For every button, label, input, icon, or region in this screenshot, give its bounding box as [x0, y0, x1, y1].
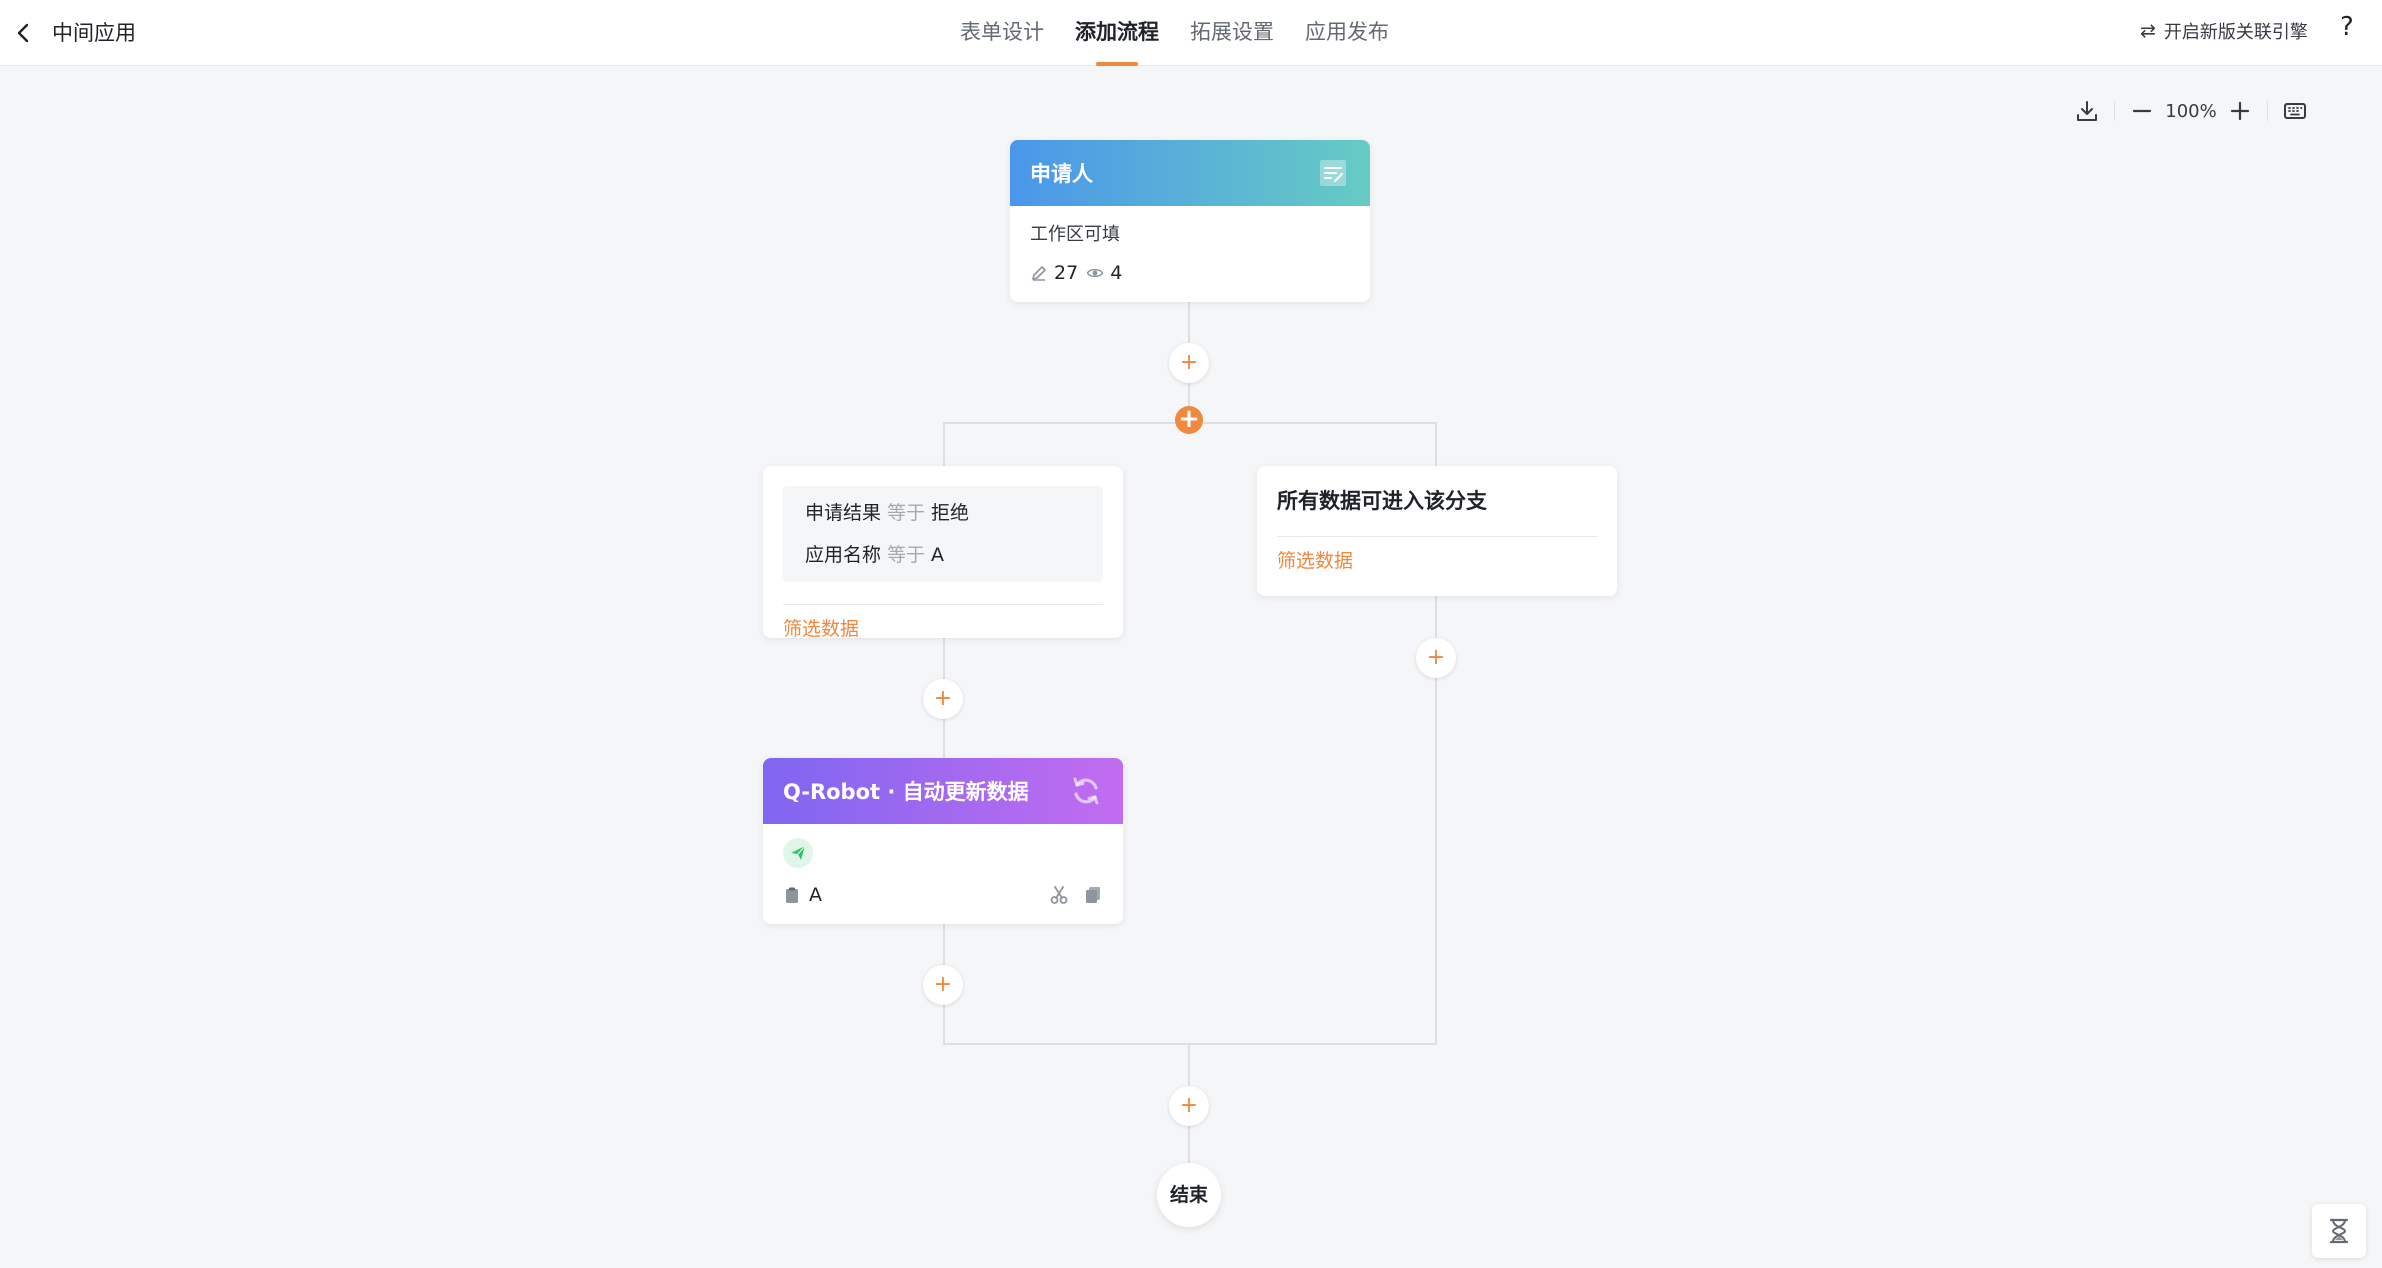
condition-operator: 等于 [887, 502, 926, 524]
add-node-button[interactable]: + [923, 679, 963, 719]
hourglass-icon [2329, 1218, 2349, 1244]
applicant-node[interactable]: 申请人 工作区可填 27 4 [1010, 140, 1370, 302]
filter-data-link[interactable]: 筛选数据 [1277, 543, 1597, 579]
branch-all-data-title: 所有数据可进入该分支 [1277, 489, 1487, 513]
add-node-button[interactable]: + [1416, 638, 1456, 678]
eye-icon [1086, 268, 1104, 278]
add-node-button[interactable]: + [1169, 1086, 1209, 1126]
swap-icon: ⇄ [2140, 20, 2156, 42]
q-robot-target-row: A [783, 884, 1103, 906]
tab-bar: 表单设计 添加流程 拓展设置 应用发布 [960, 0, 1420, 66]
zoom-out-button[interactable] [2125, 94, 2159, 128]
node-actions [1049, 885, 1103, 905]
applicant-node-subtitle: 工作区可填 [1030, 224, 1120, 245]
download-button[interactable] [2070, 94, 2104, 128]
q-robot-node-header: Q-Robot · 自动更新数据 [763, 758, 1123, 824]
add-branch-button[interactable]: + [1175, 406, 1203, 434]
tab-extension-settings[interactable]: 拓展设置 [1190, 0, 1274, 66]
applicant-node-title: 申请人 [1030, 162, 1093, 186]
tab-label: 应用发布 [1305, 20, 1389, 44]
q-robot-node[interactable]: Q-Robot · 自动更新数据 A [763, 758, 1123, 924]
help-icon[interactable]: ? [2340, 12, 2354, 42]
canvas-toolbar: 100% [2070, 94, 2312, 128]
chevron-left-icon[interactable] [10, 19, 38, 47]
condition-item: 申请结果 等于 拒绝 [805, 492, 1081, 534]
plus-icon [2230, 101, 2250, 121]
enable-new-engine-link[interactable]: ⇄ 开启新版关联引擎 [2140, 18, 2308, 44]
form-icon [1320, 160, 1346, 186]
tab-label: 拓展设置 [1190, 20, 1274, 44]
condition-field: 应用名称 [805, 544, 882, 566]
condition-value: A [931, 544, 945, 566]
divider [1277, 536, 1597, 537]
branch-bottom-line [943, 1043, 1437, 1045]
editable-field-count: 27 [1054, 262, 1079, 284]
branch-all-data-node[interactable]: 所有数据可进入该分支 筛选数据 [1257, 466, 1617, 596]
scissors-icon[interactable] [1049, 885, 1069, 905]
field-permission-summary: 27 4 [1030, 262, 1350, 284]
viewable-field-count: 4 [1110, 262, 1123, 284]
applicant-node-body: 工作区可填 27 4 [1010, 206, 1370, 298]
send-icon [783, 838, 813, 868]
add-node-button[interactable]: + [923, 965, 963, 1005]
download-icon [2077, 101, 2097, 121]
condition-item: 应用名称 等于 A [805, 534, 1081, 576]
filter-data-link[interactable]: 筛选数据 [783, 611, 1103, 638]
branch-condition-node[interactable]: 申请结果 等于 拒绝 应用名称 等于 A 筛选数据 [763, 466, 1123, 638]
engine-link-label: 开启新版关联引擎 [2163, 22, 2308, 43]
condition-field: 申请结果 [805, 502, 882, 524]
tab-form-design[interactable]: 表单设计 [960, 0, 1044, 66]
condition-operator: 等于 [887, 544, 926, 566]
q-robot-node-title: Q-Robot · 自动更新数据 [783, 780, 1029, 804]
end-node: 结束 [1157, 1163, 1221, 1227]
q-robot-node-body: A [763, 824, 1123, 924]
keyboard-icon [2284, 103, 2306, 119]
active-tab-indicator [1096, 62, 1138, 66]
tab-label: 添加流程 [1075, 20, 1159, 44]
condition-value: 拒绝 [931, 502, 970, 524]
keyboard-shortcuts-button[interactable] [2278, 94, 2312, 128]
tab-label: 表单设计 [960, 20, 1044, 44]
minus-icon [2132, 109, 2152, 113]
toolbar-divider [2267, 101, 2268, 121]
toolbar-divider [2114, 101, 2115, 121]
clipboard-icon [786, 887, 798, 903]
applicant-node-header: 申请人 [1010, 140, 1370, 206]
tab-add-flow[interactable]: 添加流程 [1075, 0, 1159, 66]
tab-app-publish[interactable]: 应用发布 [1305, 0, 1389, 66]
top-bar: 中间应用 表单设计 添加流程 拓展设置 应用发布 ⇄ 开启新版关联引擎 ? [0, 0, 2382, 66]
condition-list: 申请结果 等于 拒绝 应用名称 等于 A [783, 486, 1103, 582]
zoom-in-button[interactable] [2223, 94, 2257, 128]
divider [783, 604, 1103, 605]
sync-icon [1073, 777, 1099, 805]
target-app-label: A [809, 884, 822, 906]
add-node-button[interactable]: + [1169, 343, 1209, 383]
zoom-level: 100% [2165, 100, 2217, 122]
history-button[interactable] [2312, 1204, 2366, 1258]
copy-icon[interactable] [1083, 885, 1103, 905]
app-title: 中间应用 [52, 21, 136, 45]
pencil-icon [1032, 266, 1046, 281]
